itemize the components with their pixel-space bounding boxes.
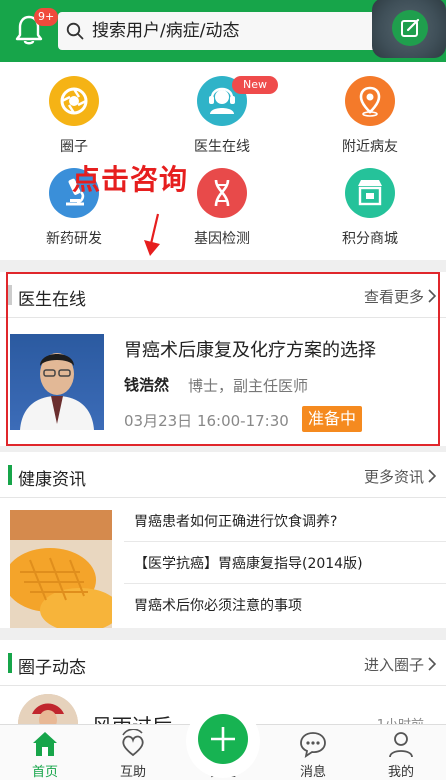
consultation-time: 03月23日 16:00-17:30	[124, 412, 289, 430]
grid-item-label: 附近病友	[342, 139, 398, 155]
news-item[interactable]: 【医学抗癌】胃癌康复指导(2014版)	[124, 542, 446, 584]
find-health-button[interactable]	[186, 704, 260, 778]
new-badge: New	[232, 76, 278, 94]
doctor-name: 钱浩然	[124, 376, 170, 394]
section-bar	[8, 465, 12, 485]
profile-icon	[389, 732, 413, 758]
feature-grid: 圈子 医生在线 New 附近病友 新药研发 基因检测 积分商城 点击咨询	[0, 62, 446, 260]
plus-icon	[198, 714, 248, 764]
doctor-online-section: 医生在线 查看更多 胃癌术后康复及化疗方案的选择 钱浩然 博士，副主任医师 03…	[0, 272, 446, 446]
notification-badge: 9+	[34, 8, 59, 26]
health-news-header: 健康资讯 更多资讯	[0, 452, 446, 498]
dna-icon	[197, 168, 247, 218]
enter-circle-link[interactable]: 进入圈子	[364, 654, 424, 675]
mutual-help-icon	[122, 729, 144, 757]
tab-label: 互助	[119, 765, 146, 780]
tab-profile[interactable]: 我的	[356, 725, 446, 780]
tab-label: 首页	[31, 765, 58, 780]
tab-home[interactable]: 首页	[0, 725, 90, 780]
grid-item-label: 圈子	[60, 139, 88, 155]
more-news-link[interactable]: 更多资讯	[364, 466, 424, 487]
tab-label: 消息	[299, 765, 326, 780]
doctor-photo[interactable]	[10, 334, 104, 430]
consultation-title[interactable]: 胃癌术后康复及化疗方案的选择	[124, 336, 376, 362]
section-title: 圈子动态	[18, 658, 86, 678]
doctor-online-header: 医生在线 查看更多	[0, 272, 446, 318]
camera-aperture-icon	[49, 76, 99, 126]
grid-item-nearby[interactable]: 附近病友	[296, 62, 444, 160]
news-item[interactable]: 胃癌患者如何正确进行饮食调养?	[124, 500, 446, 542]
doctor-role: 博士，副主任医师	[188, 377, 309, 395]
search-placeholder: 搜索用户/病症/动态	[92, 21, 240, 41]
health-news-section: 健康资讯 更多资讯 胃癌患者如何正确进行饮食调养? 【医学抗癌】胃癌康复指导(2…	[0, 452, 446, 628]
view-more-link[interactable]: 查看更多	[364, 286, 424, 307]
grid-item-points-mall[interactable]: 积分商城	[296, 160, 444, 260]
news-title: 胃癌术后你必须注意的事项	[134, 598, 302, 614]
search-icon	[66, 22, 84, 40]
message-icon	[300, 732, 326, 758]
grid-item-label: 积分商城	[342, 231, 398, 247]
chevron-right-icon	[428, 469, 436, 483]
news-thumbnail[interactable]	[10, 510, 112, 628]
grid-item-label: 医生在线	[194, 139, 250, 155]
tab-messages[interactable]: 消息	[268, 725, 358, 780]
news-title: 胃癌患者如何正确进行饮食调养?	[134, 514, 338, 530]
home-icon	[33, 732, 57, 756]
section-title: 医生在线	[18, 290, 86, 310]
chevron-right-icon	[428, 289, 436, 303]
section-bar	[8, 285, 12, 305]
tab-mutual-help[interactable]: 互助	[88, 725, 178, 780]
section-title: 健康资讯	[18, 470, 86, 490]
edit-icon	[392, 10, 428, 46]
annotation-arrow-icon	[144, 213, 160, 256]
tab-label: 我的	[387, 765, 414, 780]
annotation-label: 点击咨询	[72, 163, 189, 196]
grid-item-label: 新药研发	[46, 231, 102, 247]
news-title: 【医学抗癌】胃癌康复指导(2014版)	[134, 556, 363, 572]
chevron-right-icon	[428, 657, 436, 671]
top-bar: 9+ 搜索用户/病症/动态	[0, 0, 446, 62]
location-pin-icon	[345, 76, 395, 126]
grid-item-circle[interactable]: 圈子	[0, 62, 148, 160]
compose-button[interactable]	[372, 0, 446, 58]
section-bar	[8, 653, 12, 673]
circle-feed-header: 圈子动态 进入圈子	[0, 640, 446, 686]
shop-icon	[345, 168, 395, 218]
news-item[interactable]: 胃癌术后你必须注意的事项	[124, 584, 446, 626]
status-badge: 准备中	[302, 406, 363, 432]
grid-item-label: 基因检测	[194, 231, 250, 247]
